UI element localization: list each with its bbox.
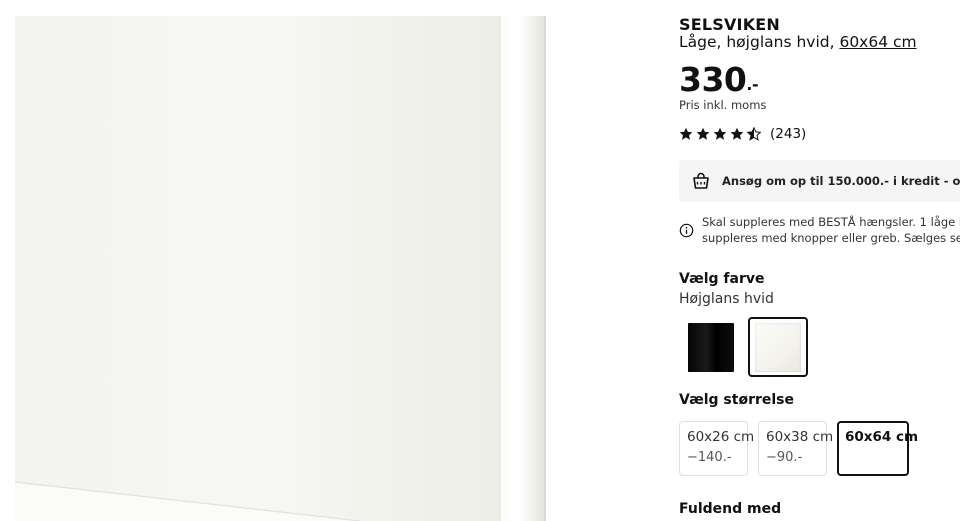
product-size-link[interactable]: 60x64 cm xyxy=(839,33,916,51)
product-description: Låge, højglans hvid, 60x64 cm xyxy=(679,33,917,51)
rating-stars xyxy=(679,127,761,141)
product-name: SELSVIKEN xyxy=(679,15,781,34)
shopping-bag-icon xyxy=(693,172,709,189)
price-amount: 330 xyxy=(679,60,747,99)
info-icon xyxy=(679,223,694,238)
color-swatch-white[interactable] xyxy=(748,317,808,377)
size-option-60x38[interactable]: 60x38 cm −90.- xyxy=(758,421,834,476)
product-info-panel: SELSVIKEN Låge, højglans hvid, 60x64 cm … xyxy=(679,0,960,521)
notice-line-2: suppleres med knopper eller greb. Sælges… xyxy=(702,231,960,245)
price-vat-note: Pris inkl. moms xyxy=(679,98,767,112)
credit-banner-text: Ansøg om op til 150.000.- i kredit - og … xyxy=(722,174,960,188)
review-count[interactable]: (243) xyxy=(770,126,806,142)
color-swatch-black[interactable] xyxy=(681,317,741,377)
star-full-icon xyxy=(713,127,727,140)
star-full-icon xyxy=(679,127,693,140)
size-picker-title: Vælg størrelse xyxy=(679,392,795,408)
door-front-illustration xyxy=(15,16,546,521)
star-full-icon xyxy=(730,127,744,140)
size-option-label: 60x26 cm xyxy=(687,429,755,445)
rating[interactable]: (243) xyxy=(679,126,806,142)
size-option-60x64-selected[interactable]: 60x64 cm xyxy=(837,421,919,476)
color-swatch-white-fill xyxy=(755,322,801,372)
product-page: SELSVIKEN Låge, højglans hvid, 60x64 cm … xyxy=(0,0,960,521)
size-option-label: 60x38 cm xyxy=(766,429,834,445)
size-option-label: 60x64 cm xyxy=(845,429,919,445)
color-picker-title: Vælg farve xyxy=(679,271,765,287)
price-suffix: .- xyxy=(746,75,759,94)
color-swatch-black-fill xyxy=(688,322,734,372)
selected-color-label: Højglans hvid xyxy=(679,291,774,307)
product-image[interactable] xyxy=(15,16,546,521)
notice-line-1: Skal suppleres med BESTÅ hængsler. 1 låg… xyxy=(702,215,960,229)
size-option-price-delta: −140.- xyxy=(687,450,732,465)
complete-with-title: Fuldend med xyxy=(679,501,782,517)
star-full-icon xyxy=(696,127,710,140)
credit-banner[interactable]: Ansøg om op til 150.000.- i kredit - og … xyxy=(679,160,960,202)
product-description-text: Låge, højglans hvid, xyxy=(679,33,840,51)
size-option-price-delta: −90.- xyxy=(766,450,803,465)
star-half-icon xyxy=(747,127,761,141)
size-option-60x26[interactable]: 60x26 cm −140.- xyxy=(679,421,755,476)
product-price: 330.- xyxy=(679,60,759,99)
